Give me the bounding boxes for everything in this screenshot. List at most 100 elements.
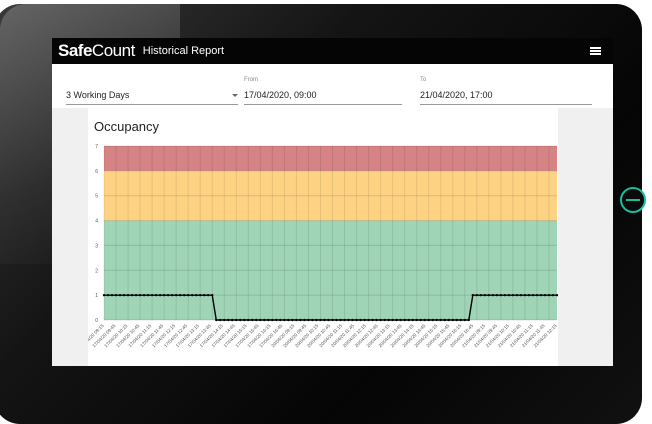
data-point (287, 318, 290, 322)
data-point (543, 293, 547, 297)
data-point (435, 318, 438, 322)
data-point (551, 293, 555, 297)
data-point (138, 293, 142, 297)
period-select[interactable]: 3 Working Days (66, 64, 238, 105)
data-point (383, 318, 386, 322)
data-point (150, 293, 154, 297)
data-point (118, 293, 122, 297)
y-tick-label: 2 (95, 268, 98, 274)
data-point (423, 318, 426, 322)
data-point (211, 293, 214, 297)
data-point (203, 293, 206, 297)
data-point (259, 318, 262, 322)
data-point (102, 293, 106, 297)
data-point (491, 293, 495, 297)
data-point (475, 293, 479, 297)
data-point (283, 318, 286, 322)
data-point (267, 318, 270, 322)
page-title: Historical Report (142, 45, 225, 57)
data-point (275, 318, 278, 322)
data-point (110, 293, 114, 297)
data-point (239, 318, 242, 322)
data-point (387, 318, 390, 322)
data-point (227, 318, 230, 322)
power-icon[interactable] (620, 187, 646, 213)
data-point (495, 293, 499, 297)
data-point (535, 293, 539, 297)
data-point (367, 318, 370, 322)
data-point (483, 293, 487, 297)
data-point (427, 318, 430, 322)
data-point (339, 318, 342, 322)
data-point (499, 293, 503, 297)
data-point (291, 318, 294, 322)
data-point (419, 318, 422, 322)
data-point (182, 293, 186, 297)
data-point (243, 318, 246, 322)
occupancy-chart-card: Occupancy 0 1 2 3 4 5 6 7 17/04/20 09:15 17/04/20… (88, 108, 558, 366)
data-point (323, 318, 326, 322)
data-point (195, 293, 198, 297)
from-date-value: 17/04/2020, 09:00 (244, 90, 317, 100)
occupancy-chart: 0123456717/04/20 09:1517/04/20 09:4517/0… (88, 144, 558, 348)
data-point (523, 293, 527, 297)
data-point (375, 318, 378, 322)
data-point (126, 293, 130, 297)
to-date-field[interactable]: To 21/04/2020, 17:00 (420, 64, 592, 105)
data-point (170, 293, 174, 297)
data-point (295, 318, 298, 322)
data-point (379, 318, 382, 322)
data-point (511, 293, 515, 297)
data-point (487, 293, 491, 297)
y-tick-label: 4 (95, 219, 98, 225)
data-point (515, 293, 519, 297)
data-point (130, 293, 134, 297)
y-tick-label: 7 (95, 144, 98, 150)
data-point (443, 318, 446, 322)
data-point (207, 293, 210, 297)
data-point (331, 318, 334, 322)
data-point (142, 293, 146, 297)
data-point (186, 293, 190, 297)
data-point (219, 318, 222, 322)
data-point (255, 318, 258, 322)
data-point (335, 318, 338, 322)
hamburger-menu-icon[interactable] (590, 47, 601, 55)
filter-bar: 3 Working Days From 17/04/2020, 09:00 To… (52, 64, 613, 108)
data-point (519, 293, 523, 297)
data-point (451, 318, 454, 322)
to-date-label: To (420, 77, 427, 83)
data-point (471, 293, 475, 297)
data-point (479, 293, 483, 297)
data-point (279, 318, 282, 322)
data-point (231, 318, 234, 322)
data-point (531, 293, 535, 297)
data-point (463, 318, 466, 322)
data-point (359, 318, 362, 322)
data-point (223, 318, 226, 322)
data-point (395, 318, 398, 322)
y-tick-label: 6 (95, 169, 98, 175)
from-date-field[interactable]: From 17/04/2020, 09:00 (244, 64, 402, 105)
data-point (503, 293, 507, 297)
data-point (106, 293, 110, 297)
data-point (319, 318, 322, 322)
data-point (199, 293, 202, 297)
data-point (351, 318, 354, 322)
chart-area: Occupancy 0 1 2 3 4 5 6 7 17/04/20 09:15 17/04/20… (52, 108, 613, 366)
data-point (327, 318, 330, 322)
data-point (459, 318, 462, 322)
data-point (439, 318, 442, 322)
data-point (455, 318, 458, 322)
data-point (122, 293, 126, 297)
data-point (174, 293, 178, 297)
data-point (343, 318, 346, 322)
data-point (178, 293, 182, 297)
app-logo: SafeCount (58, 41, 135, 60)
data-point (247, 318, 250, 322)
data-point (527, 293, 531, 297)
data-point (146, 293, 150, 297)
y-tick-label: 5 (95, 194, 98, 200)
app-header: SafeCount Historical Report (52, 38, 613, 64)
data-point (315, 318, 318, 322)
